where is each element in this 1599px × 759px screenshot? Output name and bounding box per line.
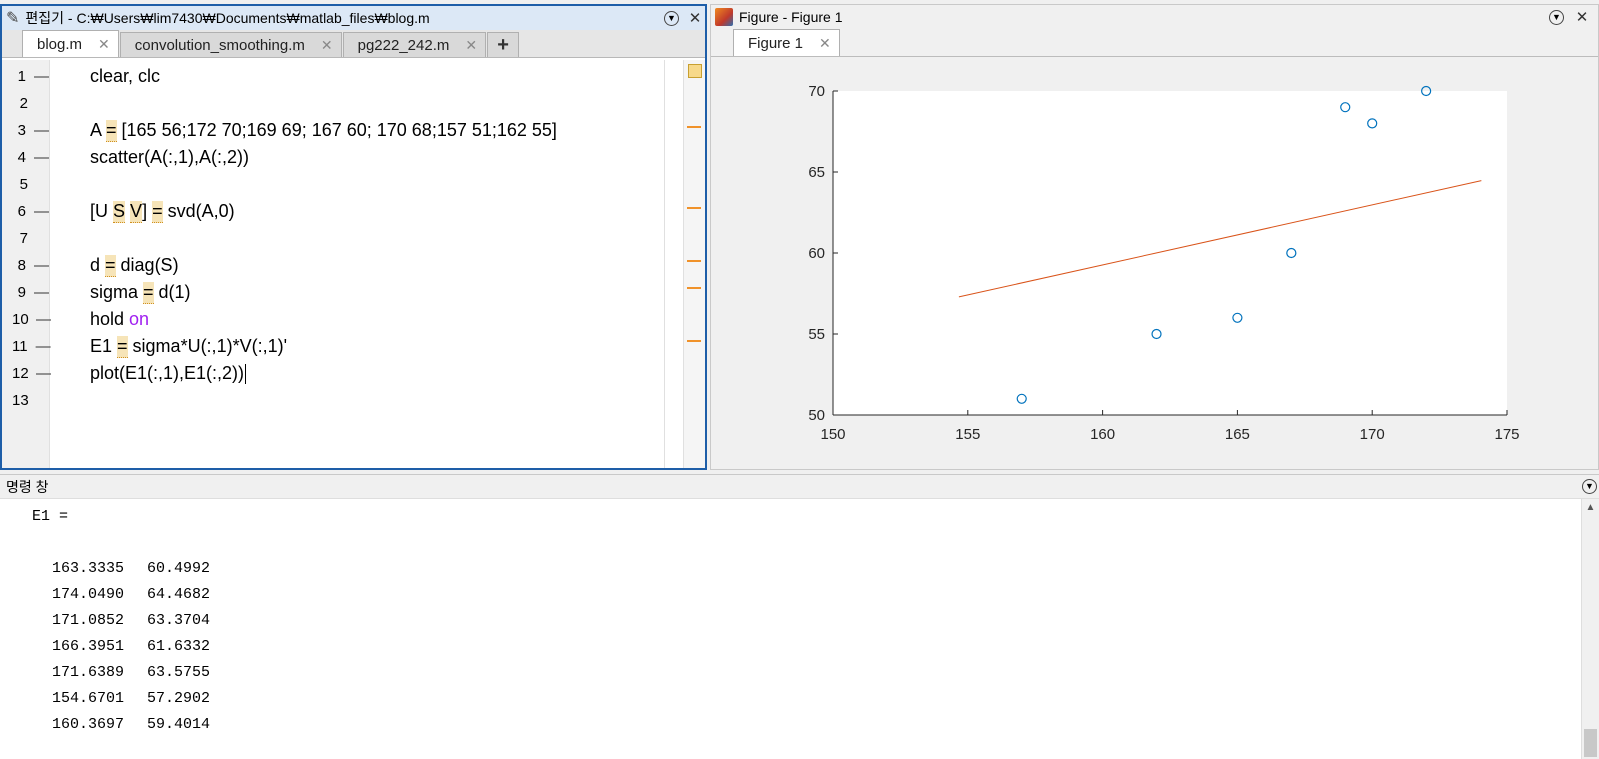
table-row: 171.6389 63.5755	[52, 663, 211, 681]
axes-background	[833, 91, 1507, 415]
warning-indicator-icon[interactable]	[688, 64, 702, 78]
tab-close-icon[interactable]: ✕	[98, 36, 110, 53]
line-number: 3—	[17, 122, 49, 139]
line-number: 12—	[12, 365, 51, 382]
line-number: 10—	[12, 311, 51, 328]
text-cursor	[245, 363, 247, 384]
warning-mark[interactable]	[687, 260, 701, 262]
table-row: 174.0490 64.4682	[52, 585, 211, 603]
command-window: 명령 창 ▼ E1 = 163.3335 60.4992 174.0490 64.4…	[0, 474, 1599, 759]
editor-tabbar: blog.m ✕ convolution_smoothing.m ✕ pg222…	[2, 30, 705, 58]
y-tick-label: 50	[808, 407, 825, 424]
code-line-6: [U S V] = svd(A,0)	[90, 200, 235, 223]
code-analyzer-bar[interactable]	[683, 60, 705, 468]
line-number: 7	[19, 230, 28, 247]
code-line-10: hold on	[90, 309, 150, 329]
editor-panel: ✎ 편집기 - C:₩Users₩lim7430₩Documents₩matla…	[0, 4, 707, 470]
warning-mark[interactable]	[687, 207, 701, 209]
code-area[interactable]: 1— 2 3— 4— 5 6— 7 8— 9— 10— 11— 12— 13 c…	[2, 60, 705, 468]
tab-blog[interactable]: blog.m ✕	[22, 30, 119, 57]
tab-close-icon[interactable]: ✕	[465, 37, 477, 54]
command-window-title: 명령 창	[6, 478, 49, 495]
editor-titlebar: ✎ 편집기 - C:₩Users₩lim7430₩Documents₩matla…	[2, 6, 705, 30]
line-number: 11—	[12, 338, 51, 355]
line-number: 1—	[17, 68, 49, 85]
table-row: 154.6701 57.2902	[52, 689, 211, 707]
close-icon[interactable]: ✕	[685, 8, 705, 28]
x-tick-label: 155	[955, 426, 980, 443]
tab-close-icon[interactable]: ✕	[321, 37, 333, 54]
tab-close-icon[interactable]: ✕	[819, 35, 831, 52]
code-line-12: plot(E1(:,1),E1(:,2))	[90, 363, 247, 384]
figure-panel: Figure - Figure 1 ▼ ✕ Figure 1 ✕ 150 155 1…	[710, 4, 1599, 470]
vertical-scrollbar[interactable]: ▲	[1581, 499, 1599, 759]
tab-convolution-smoothing[interactable]: convolution_smoothing.m ✕	[119, 32, 342, 57]
right-margin-line	[664, 60, 665, 468]
close-icon[interactable]: ✕	[1572, 7, 1592, 27]
figure-titlebar: Figure - Figure 1 ▼ ✕	[711, 5, 1598, 29]
line-number: 9—	[17, 284, 49, 301]
line-number: 4—	[17, 149, 49, 166]
warning-mark[interactable]	[687, 340, 701, 342]
line-number-gutter: 1— 2 3— 4— 5 6— 7 8— 9— 10— 11— 12— 13	[2, 60, 51, 468]
tab-figure-1[interactable]: Figure 1 ✕	[733, 29, 840, 56]
x-tick-label: 175	[1494, 426, 1519, 443]
line-number: 6—	[17, 203, 49, 220]
x-tick-label: 150	[820, 426, 845, 443]
code-line-9: sigma = d(1)	[90, 281, 191, 304]
table-row: 163.3335 60.4992	[52, 559, 211, 577]
y-tick-label: 70	[808, 83, 825, 100]
code-line-4: scatter(A(:,1),A(:,2))	[90, 147, 250, 167]
panel-menu-icon[interactable]: ▼	[1582, 479, 1597, 494]
code-line-3: A = [165 56;172 70;169 69; 167 60; 170 6…	[90, 119, 557, 142]
figure-tabbar: Figure 1 ✕	[711, 29, 1598, 57]
y-tick-label: 65	[808, 164, 825, 181]
command-window-titlebar: 명령 창 ▼	[0, 475, 1599, 499]
add-tab-button[interactable]: +	[487, 32, 520, 57]
x-tick-label: 170	[1360, 426, 1385, 443]
tab-label: blog.m	[37, 35, 83, 53]
scroll-up-icon[interactable]: ▲	[1582, 499, 1599, 515]
y-tick-label: 60	[808, 245, 825, 262]
x-tick-label: 160	[1090, 426, 1115, 443]
code-line-11: E1 = sigma*U(:,1)*V(:,1)'	[90, 335, 288, 358]
tab-label: convolution_smoothing.m	[134, 36, 305, 54]
tab-label: Figure 1	[748, 34, 804, 52]
plot-area[interactable]: 150 155 160 165 170 175 50 55 60 65 70	[711, 59, 1598, 469]
code-line-8: d = diag(S)	[90, 254, 179, 277]
line-number: 5	[19, 176, 28, 193]
scrollbar-thumb[interactable]	[1584, 729, 1597, 757]
panel-menu-icon[interactable]: ▼	[664, 10, 679, 26]
panel-menu-icon[interactable]: ▼	[1549, 9, 1564, 25]
line-number: 2	[19, 95, 28, 112]
editor-title: 편집기 - C:₩Users₩lim7430₩Documents₩matlab_…	[25, 10, 430, 26]
code-text[interactable]: clear, clc A = [165 56;172 70;169 69; 16…	[50, 60, 683, 468]
tab-pg222-242[interactable]: pg222_242.m ✕	[342, 32, 487, 57]
figure-title: Figure - Figure 1	[739, 9, 843, 25]
matlab-logo-icon	[715, 8, 733, 26]
command-output[interactable]: E1 = 163.3335 60.4992 174.0490 64.4682 171…	[0, 499, 1581, 759]
output-var-label: E1 =	[32, 507, 69, 525]
table-row: 171.0852 63.3704	[52, 611, 211, 629]
code-line-1: clear, clc	[90, 66, 161, 86]
line-number: 13	[12, 392, 29, 409]
warning-mark[interactable]	[687, 126, 701, 128]
editor-icon: ✎	[6, 10, 20, 27]
table-row: 160.3697 59.4014	[52, 715, 211, 733]
axes[interactable]: 150 155 160 165 170 175 50 55 60 65 70	[711, 59, 1598, 469]
tab-label: pg222_242.m	[357, 36, 450, 54]
y-tick-label: 55	[808, 326, 825, 343]
warning-mark[interactable]	[687, 287, 701, 289]
x-tick-label: 165	[1225, 426, 1250, 443]
table-row: 166.3951 61.6332	[52, 637, 211, 655]
line-number: 8—	[17, 257, 49, 274]
